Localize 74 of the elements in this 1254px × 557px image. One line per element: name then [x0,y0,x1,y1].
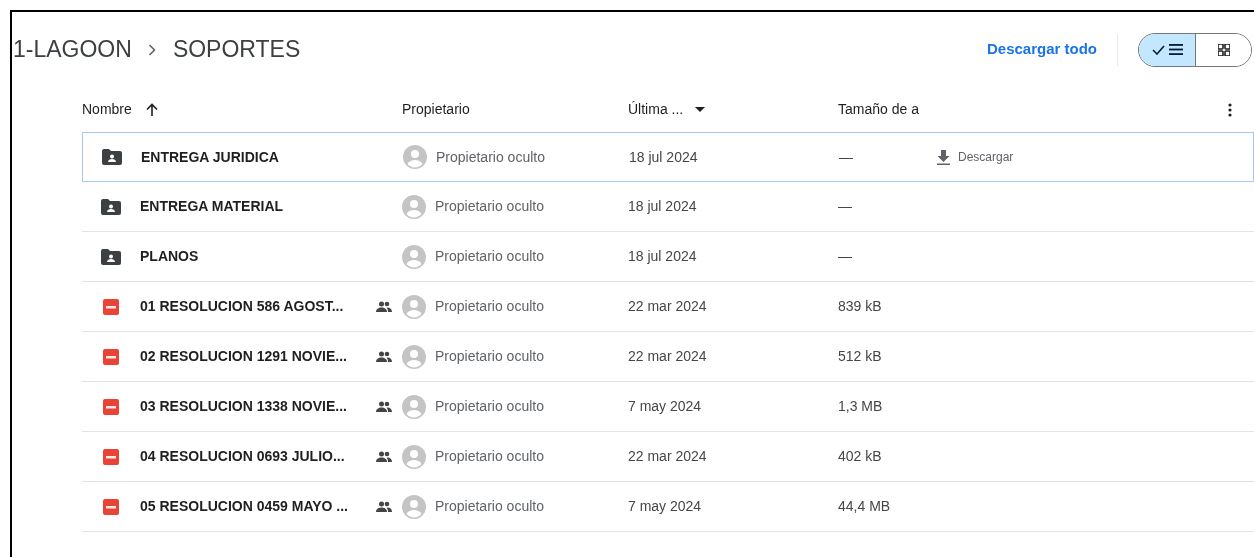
file-size: 44,4 MB [838,498,891,514]
download-all-link[interactable]: Descargar todo [986,38,1097,61]
owner-name: Propietario oculto [435,397,544,416]
file-size: — [838,248,852,264]
file-row[interactable]: 04 RESOLUCION 0693 JULIO... Propietario oculto 22 mar 2024 402 kB [82,432,1254,482]
owner-name: Propietario oculto [436,147,545,167]
avatar-icon [402,294,426,319]
file-row[interactable]: ENTREGA MATERIAL Propietario oculto 18 jul 2024 — [82,182,1254,232]
check-icon [1151,44,1165,55]
owner-name: Propietario oculto [435,347,544,366]
breadcrumb-item: SOPORTES [171,35,301,65]
grid-view-button[interactable] [1195,33,1251,66]
file-size: — [838,198,852,214]
file-row[interactable]: 02 RESOLUCION 1291 NOVIE... Propietario oculto 22 mar 2024 512 kB [82,332,1254,382]
chevron-right-icon [147,43,156,56]
avatar-icon [402,194,426,219]
modified-date: 22 mar 2024 [628,298,707,314]
pdf-icon [103,398,119,415]
file-name: 04 RESOLUCION 0693 JULIO... [140,447,346,466]
pdf-icon [103,498,119,515]
file-row[interactable]: 01 RESOLUCION 586 AGOST... Propietario oculto 22 mar 2024 839 kB [82,282,1254,332]
file-size: 402 kB [838,448,882,464]
file-name: 02 RESOLUCION 1291 NOVIE... [140,347,348,366]
shared-folder-icon [101,198,121,215]
avatar-icon [402,344,426,369]
column-header[interactable]: Tamaño de a [838,99,919,120]
avatar-icon [403,145,427,169]
file-row[interactable]: PLANOS Propietario oculto 18 jul 2024 — [82,232,1254,282]
avatar-icon [402,394,426,419]
download-icon [937,149,950,165]
modified-date: 7 may 2024 [628,398,702,414]
pdf-icon [103,298,119,315]
arrow-up-icon [145,103,158,116]
avatar-icon [402,444,426,469]
owner-name: Propietario oculto [435,297,544,316]
owner-name: Propietario oculto [435,447,544,466]
column-header[interactable]: Nombre [82,99,132,120]
column-header[interactable]: Propietario [402,99,470,120]
file-name: 01 RESOLUCION 586 AGOST... [140,297,345,316]
file-name: 03 RESOLUCION 1338 NOVIE... [140,397,348,416]
modified-date: 18 jul 2024 [628,248,697,264]
shared-folder-icon [102,149,122,165]
file-size: 839 kB [838,298,882,314]
more-options-icon[interactable] [1228,102,1232,117]
file-name: PLANOS [140,247,200,266]
list-view-button[interactable] [1139,33,1195,66]
file-size: — [839,148,853,165]
owner-name: Propietario oculto [435,497,544,516]
modified-date: 22 mar 2024 [628,448,707,464]
breadcrumb-item[interactable]: 1-LAGOON [12,32,132,67]
avatar-icon [402,244,426,269]
file-name: ENTREGA JURIDICA [141,147,280,167]
column-header[interactable]: Última ... [628,99,684,120]
file-name: ENTREGA MATERIAL [140,197,285,216]
owner-name: Propietario oculto [435,247,544,266]
avatar-icon [402,494,426,519]
file-row[interactable]: 03 RESOLUCION 1338 NOVIE... Propietario oculto 7 may 2024 1,3 MB [82,382,1254,432]
modified-date: 7 may 2024 [628,498,702,514]
file-size: 512 kB [838,348,882,364]
dropdown-caret-icon[interactable] [695,107,706,112]
file-size: 1,3 MB [838,398,883,414]
shared-folder-icon [101,248,121,265]
modified-date: 18 jul 2024 [628,198,697,214]
modified-date: 22 mar 2024 [628,348,707,364]
file-name: 05 RESOLUCION 0459 MAYO ... [140,497,349,516]
modified-date: 18 jul 2024 [629,148,698,165]
owner-name: Propietario oculto [435,197,544,216]
pdf-icon [103,348,119,365]
download-button[interactable]: Descargar [937,148,1014,166]
pdf-icon [103,448,119,465]
file-row[interactable]: ENTREGA JURIDICA Propietario oculto 18 jul 2024 — Descargar [82,132,1254,182]
grid-icon [1217,43,1230,56]
file-row[interactable]: 05 RESOLUCION 0459 MAYO ... Propietario oculto 7 may 2024 44,4 MB [82,482,1254,532]
list-icon [1168,44,1183,55]
